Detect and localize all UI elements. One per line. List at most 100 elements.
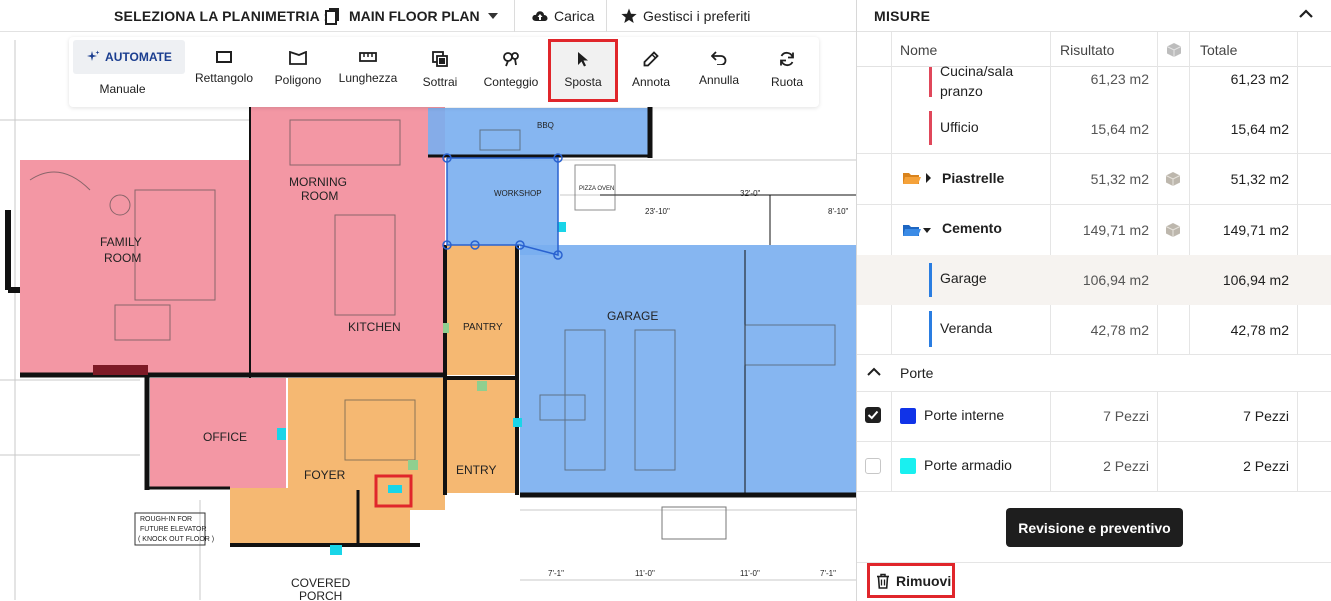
column-total[interactable]: Totale xyxy=(1200,42,1237,58)
upload-label: Carica xyxy=(554,8,595,24)
floor-plan-canvas[interactable]: FAMILY ROOM MORNING ROOM KITCHEN PANTRY … xyxy=(0,32,856,601)
row-total: 61,23 m2 xyxy=(1230,71,1289,87)
tool-undo[interactable]: Annulla xyxy=(686,41,752,103)
collapse-chevron-icon[interactable] xyxy=(1299,9,1313,19)
row-result: 106,94 m2 xyxy=(1082,272,1149,288)
table-row[interactable]: Cucina/sala pranzo 61,23 m2 61,23 m2 xyxy=(857,63,1331,105)
mode-group: AUTOMATE Manuale xyxy=(69,37,186,107)
tool-polygon[interactable]: Poligono xyxy=(265,41,331,103)
row-name: Veranda xyxy=(940,320,993,336)
count-icon xyxy=(503,52,519,67)
favorites-label: Gestisci i preferiti xyxy=(643,8,751,24)
window-mark xyxy=(93,365,148,375)
dimension-7: 7'-1" xyxy=(820,569,836,578)
checkbox-checked[interactable] xyxy=(865,407,881,423)
upload-button[interactable]: Carica xyxy=(532,6,594,26)
tool-label: Ruota xyxy=(770,75,804,89)
dimension-1: 32'-0" xyxy=(740,189,761,198)
tool-label: Annulla xyxy=(698,73,740,87)
row-total: 42,78 m2 xyxy=(1230,322,1289,338)
dimension-6: 11'-0" xyxy=(740,569,760,578)
table-row[interactable]: Veranda 42,78 m2 42,78 m2 xyxy=(857,305,1331,355)
floor-plan-drawing: FAMILY ROOM MORNING ROOM KITCHEN PANTRY … xyxy=(0,40,856,601)
tool-label: Annota xyxy=(631,75,671,89)
table-row[interactable]: Piastrelle 51,32 m2 51,32 m2 xyxy=(857,154,1331,204)
color-swatch xyxy=(900,458,916,474)
label-covered: COVERED xyxy=(291,576,351,590)
section-header-doors[interactable]: Porte xyxy=(857,355,1331,391)
folder-open-icon xyxy=(903,225,931,236)
workshop-area xyxy=(447,158,558,255)
pen-icon xyxy=(643,51,659,67)
label-workshop: WORKSHOP xyxy=(494,189,542,198)
group-name: Cemento xyxy=(942,220,1002,236)
tool-length[interactable]: Lunghezza xyxy=(335,41,401,103)
rotate-icon xyxy=(780,51,794,67)
measurements-panel: MISURE Nome Risultato Totale Cucina/sala… xyxy=(856,0,1331,601)
automate-button[interactable]: AUTOMATE xyxy=(73,40,185,74)
checkmark-icon xyxy=(867,410,879,420)
row-total: 2 Pezzi xyxy=(1243,458,1289,474)
label-elevator-3: ( KNOCK OUT FLOOR ) xyxy=(138,536,214,543)
row-name: Ufficio xyxy=(940,119,979,135)
tool-count[interactable]: Conteggio xyxy=(478,41,544,103)
divider xyxy=(514,0,515,32)
color-bar xyxy=(929,311,932,347)
label-porch: PORCH xyxy=(299,589,342,601)
color-bar xyxy=(929,111,932,145)
checkbox-unchecked[interactable] xyxy=(865,458,881,474)
row-total: 106,94 m2 xyxy=(1222,272,1289,288)
rectangle-icon xyxy=(216,51,232,63)
row-result: 42,78 m2 xyxy=(1090,322,1149,338)
favorites-button[interactable]: Gestisci i preferiti xyxy=(621,6,750,26)
row-result: 149,71 m2 xyxy=(1082,222,1149,238)
tool-subtract[interactable]: Sottrai xyxy=(407,41,473,103)
row-result: 7 Pezzi xyxy=(1103,408,1149,424)
sparkle-icon xyxy=(87,50,100,61)
label-elevator-1: ROUGH-IN FOR xyxy=(140,516,192,523)
tool-annotate[interactable]: Annota xyxy=(618,41,684,103)
label-foyer: FOYER xyxy=(304,468,346,482)
table-row[interactable]: Porte armadio 2 Pezzi 2 Pezzi xyxy=(857,442,1331,492)
column-result[interactable]: Risultato xyxy=(1060,42,1114,58)
pantry-area xyxy=(447,245,517,375)
label-pantry: PANTRY xyxy=(463,322,503,333)
row-total: 15,64 m2 xyxy=(1230,121,1289,137)
table-row[interactable]: Ufficio 15,64 m2 15,64 m2 xyxy=(857,105,1331,153)
row-total: 149,71 m2 xyxy=(1222,222,1289,238)
plan-name: MAIN FLOOR PLAN xyxy=(349,8,480,24)
tool-rectangle[interactable]: Rettangolo xyxy=(191,41,257,103)
tool-label: Sottrai xyxy=(422,75,458,89)
tool-move[interactable]: Sposta xyxy=(548,39,618,102)
top-bar: SELEZIONA LA PLANIMETRIA : MAIN FLOOR PL… xyxy=(0,0,856,32)
dimension-5: 11'-0" xyxy=(635,569,655,578)
review-quote-button[interactable]: Revisione e preventivo xyxy=(1006,508,1183,547)
label-kitchen: KITCHEN xyxy=(348,320,401,334)
cube-icon xyxy=(1166,43,1182,57)
table-row-selected[interactable]: Garage 106,94 m2 106,94 m2 xyxy=(857,255,1331,305)
plan-selector[interactable]: MAIN FLOOR PLAN xyxy=(325,6,498,26)
cube-icon[interactable] xyxy=(1165,222,1181,238)
label-morning-room: MORNING xyxy=(289,175,347,189)
undo-icon xyxy=(711,51,727,65)
manual-button[interactable]: Manuale xyxy=(69,82,176,96)
panel-title: MISURE xyxy=(874,8,931,24)
subtract-icon xyxy=(432,51,448,67)
column-name[interactable]: Nome xyxy=(900,42,937,58)
panel-header: MISURE xyxy=(857,0,1331,32)
table-row[interactable]: Porte interne 7 Pezzi 7 Pezzi xyxy=(857,391,1331,441)
table-row[interactable]: Cemento 149,71 m2 149,71 m2 xyxy=(857,205,1331,255)
remove-button[interactable]: Rimuovi xyxy=(867,563,955,598)
row-name: Garage xyxy=(940,270,987,286)
cube-icon[interactable] xyxy=(1165,171,1181,187)
tool-label: Sposta xyxy=(564,75,602,89)
label-entry: ENTRY xyxy=(456,463,496,477)
row-name: Porte armadio xyxy=(924,457,1012,473)
tool-rotate[interactable]: Ruota xyxy=(754,41,820,103)
row-result: 51,32 m2 xyxy=(1090,171,1149,187)
dimension-3: 8'-10" xyxy=(828,207,849,216)
divider xyxy=(606,0,607,32)
row-name: Porte interne xyxy=(924,407,1005,423)
dimension-2: 23'-10" xyxy=(645,207,670,216)
label-family-room: FAMILY xyxy=(100,235,142,249)
